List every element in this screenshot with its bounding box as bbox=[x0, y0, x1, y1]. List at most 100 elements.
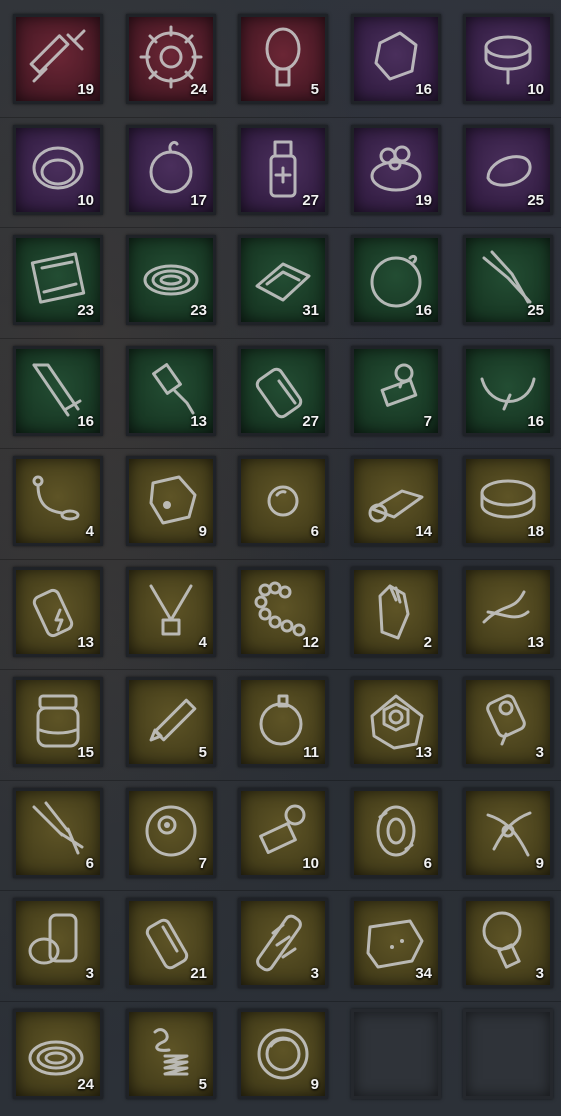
item-count: 6 bbox=[85, 855, 94, 872]
item-count: 5 bbox=[198, 744, 207, 761]
item-slot[interactable]: 14 bbox=[351, 456, 441, 546]
item-count: 16 bbox=[415, 302, 432, 319]
item-slot[interactable]: 4 bbox=[126, 567, 216, 657]
item-slot[interactable]: 5 bbox=[126, 677, 216, 767]
item-count: 6 bbox=[423, 855, 432, 872]
item-count: 19 bbox=[415, 192, 432, 209]
item-count: 23 bbox=[77, 302, 94, 319]
item-slot[interactable]: 9 bbox=[463, 788, 553, 878]
item-count: 9 bbox=[198, 523, 207, 540]
item-count: 9 bbox=[310, 1076, 319, 1093]
item-count: 16 bbox=[527, 413, 544, 430]
spring-icon bbox=[153, 1028, 189, 1076]
item-count: 13 bbox=[77, 634, 94, 651]
item-count: 11 bbox=[303, 744, 319, 761]
item-slot[interactable]: 11 bbox=[238, 677, 328, 767]
item-slot[interactable]: 6 bbox=[351, 788, 441, 878]
ribbon-icon bbox=[486, 811, 532, 857]
item-slot[interactable]: 10 bbox=[13, 125, 103, 215]
item-slot[interactable]: 6 bbox=[13, 788, 103, 878]
item-slot[interactable]: 23 bbox=[126, 235, 216, 325]
item-count: 3 bbox=[85, 965, 94, 982]
item-count: 4 bbox=[85, 523, 94, 540]
item-slot[interactable]: 5 bbox=[126, 1009, 216, 1099]
socket-icon bbox=[486, 694, 526, 746]
item-slot[interactable]: 16 bbox=[463, 346, 553, 436]
item-count: 25 bbox=[527, 302, 544, 319]
item-slot[interactable]: 25 bbox=[463, 125, 553, 215]
gloves-icon bbox=[378, 584, 410, 640]
item-slot[interactable]: 13 bbox=[463, 567, 553, 657]
item-count: 5 bbox=[310, 81, 319, 98]
spool-icon bbox=[376, 805, 416, 857]
item-count: 18 bbox=[527, 523, 544, 540]
item-count: 25 bbox=[527, 192, 544, 209]
item-slot[interactable]: 12 bbox=[238, 567, 328, 657]
item-slot[interactable]: 27 bbox=[238, 346, 328, 436]
item-slot[interactable]: 10 bbox=[463, 14, 553, 104]
item-slot[interactable]: 13 bbox=[351, 677, 441, 767]
item-count: 7 bbox=[423, 413, 432, 430]
item-slot[interactable]: 7 bbox=[351, 346, 441, 436]
item-slot[interactable]: 21 bbox=[126, 898, 216, 988]
item-count: 31 bbox=[302, 302, 319, 319]
item-slot[interactable]: 34 bbox=[351, 898, 441, 988]
item-slot[interactable]: 16 bbox=[351, 235, 441, 325]
item-slot[interactable]: 10 bbox=[238, 788, 328, 878]
item-count: 12 bbox=[302, 634, 319, 651]
light-fixture-icon bbox=[149, 584, 193, 636]
item-slot[interactable]: 4 bbox=[13, 456, 103, 546]
item-slot[interactable]: 23 bbox=[13, 235, 103, 325]
row-divider bbox=[0, 890, 561, 891]
item-count: 16 bbox=[415, 81, 432, 98]
row-divider bbox=[0, 1000, 561, 1002]
item-count: 13 bbox=[527, 634, 544, 651]
item-count: 3 bbox=[535, 744, 544, 761]
bulb-icon bbox=[265, 27, 301, 87]
item-slot[interactable]: 7 bbox=[126, 788, 216, 878]
item-count: 15 bbox=[77, 744, 94, 761]
item-slot[interactable]: 9 bbox=[238, 1009, 328, 1099]
item-slot[interactable]: 3 bbox=[13, 898, 103, 988]
item-slot[interactable]: 24 bbox=[126, 14, 216, 104]
item-count: 24 bbox=[77, 1076, 94, 1093]
item-count: 27 bbox=[302, 413, 319, 430]
item-count: 7 bbox=[198, 855, 207, 872]
item-count: 16 bbox=[77, 413, 94, 430]
item-count: 13 bbox=[415, 744, 432, 761]
item-slot[interactable]: 31 bbox=[238, 235, 328, 325]
eyeball-icon bbox=[145, 805, 197, 857]
item-count: 17 bbox=[190, 192, 207, 209]
item-slot[interactable]: 18 bbox=[463, 456, 553, 546]
item-slot[interactable]: 13 bbox=[126, 346, 216, 436]
item-slot[interactable]: 6 bbox=[238, 456, 328, 546]
item-count: 27 bbox=[302, 192, 319, 209]
item-slot[interactable]: 9 bbox=[126, 456, 216, 546]
item-slot[interactable]: 25 bbox=[463, 235, 553, 325]
item-slot[interactable]: 3 bbox=[238, 898, 328, 988]
item-count: 6 bbox=[310, 523, 319, 540]
item-slot[interactable]: 19 bbox=[13, 14, 103, 104]
item-count: 13 bbox=[190, 413, 207, 430]
item-slot[interactable]: 19 bbox=[351, 125, 441, 215]
item-slot[interactable]: 27 bbox=[238, 125, 328, 215]
item-count: 2 bbox=[423, 634, 432, 651]
item-slot[interactable]: 16 bbox=[13, 346, 103, 436]
item-slot[interactable]: 24 bbox=[13, 1009, 103, 1099]
item-slot[interactable]: 5 bbox=[238, 14, 328, 104]
row-divider bbox=[0, 337, 561, 339]
item-slot[interactable]: 3 bbox=[463, 898, 553, 988]
item-count: 19 bbox=[77, 81, 94, 98]
item-slot[interactable]: 2 bbox=[351, 567, 441, 657]
clamp-icon bbox=[32, 801, 84, 855]
item-slot[interactable]: 3 bbox=[463, 677, 553, 767]
item-slot[interactable]: 15 bbox=[13, 677, 103, 767]
beads-string-icon bbox=[32, 475, 80, 521]
item-slot[interactable]: 16 bbox=[351, 14, 441, 104]
bandage-roll-icon bbox=[28, 913, 78, 965]
item-count: 5 bbox=[198, 1076, 207, 1093]
item-slot[interactable]: 17 bbox=[126, 125, 216, 215]
empty-slot bbox=[351, 1009, 441, 1099]
row-divider bbox=[0, 669, 561, 670]
item-slot[interactable]: 13 bbox=[13, 567, 103, 657]
